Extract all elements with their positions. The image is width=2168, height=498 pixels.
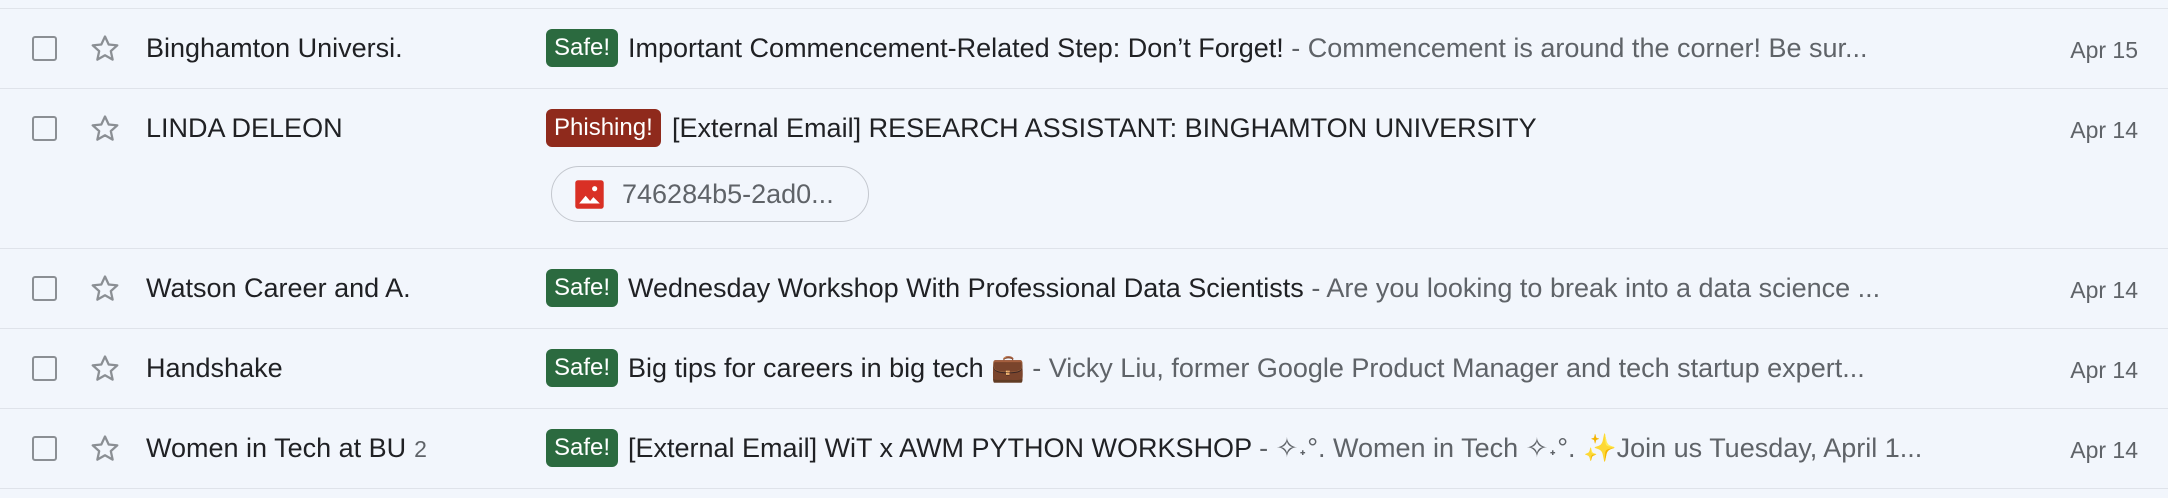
- star-icon[interactable]: [88, 352, 122, 386]
- sender-name: Women in Tech at BU 2: [146, 431, 427, 466]
- image-icon: [574, 179, 605, 210]
- row-checkbox[interactable]: [32, 116, 57, 141]
- email-snippet: - Commencement is around the corner! Be …: [1283, 33, 1868, 63]
- safe-badge: Safe!: [546, 269, 619, 307]
- sender-name: Binghamton Universi.: [146, 31, 403, 65]
- sender-name: Watson Career and A.: [146, 271, 411, 305]
- attachment-name: 746284b5-2ad0...: [622, 179, 834, 209]
- sender-label: LINDA DELEON: [146, 113, 343, 143]
- email-subject: Wednesday Workshop With Professional Dat…: [628, 273, 1304, 303]
- star-icon[interactable]: [88, 112, 122, 146]
- email-list: Binghamton Universi. Safe! Important Com…: [0, 0, 2168, 498]
- sender-label: Women in Tech at BU: [146, 433, 407, 463]
- row-checkbox[interactable]: [32, 436, 57, 461]
- star-icon[interactable]: [88, 432, 122, 466]
- safe-badge: Safe!: [546, 429, 619, 467]
- email-line: Wednesday Workshop With Professional Dat…: [628, 271, 1948, 305]
- email-date: Apr 14: [2070, 117, 2138, 143]
- email-row[interactable]: Women in Tech at BU 2 Safe! [External Ema…: [0, 409, 2168, 489]
- email-date: Apr 15: [2070, 37, 2138, 63]
- attachment-chip[interactable]: 746284b5-2ad0...: [551, 166, 869, 222]
- phishing-badge: Phishing!: [546, 109, 661, 147]
- email-snippet: - ✧˖°. Women in Tech ✧˖°. ✨Join us Tuesd…: [1251, 433, 1923, 463]
- sender-label: Handshake: [146, 353, 283, 383]
- email-date: Apr 14: [2070, 357, 2138, 383]
- email-subject: Important Commencement-Related Step: Don…: [628, 33, 1284, 63]
- email-subject: Big tips for careers in big tech 💼: [628, 353, 1025, 383]
- safe-badge: Safe!: [546, 349, 619, 387]
- row-checkbox[interactable]: [32, 356, 57, 381]
- email-line: [External Email] RESEARCH ASSISTANT: BIN…: [672, 111, 1948, 145]
- email-subject: [External Email] RESEARCH ASSISTANT: BIN…: [672, 113, 1537, 143]
- email-line: Big tips for careers in big tech 💼 - Vic…: [628, 351, 1948, 385]
- thread-count: 2: [414, 436, 427, 462]
- email-row[interactable]: Binghamton Universi. Safe! Important Com…: [0, 9, 2168, 89]
- safe-badge: Safe!: [546, 29, 619, 67]
- sender-name: LINDA DELEON: [146, 111, 343, 145]
- star-icon[interactable]: [88, 272, 122, 306]
- sender-label: Watson Career and A.: [146, 273, 411, 303]
- sender-label: Binghamton Universi.: [146, 33, 403, 63]
- star-icon[interactable]: [88, 32, 122, 66]
- row-checkbox[interactable]: [32, 276, 57, 301]
- sender-name: Handshake: [146, 351, 283, 385]
- email-line: Important Commencement-Related Step: Don…: [628, 31, 1948, 65]
- email-row[interactable]: Watson Career and A. Safe! Wednesday Wor…: [0, 249, 2168, 329]
- email-snippet: - Are you looking to break into a data s…: [1303, 273, 1881, 303]
- email-line: [External Email] WiT x AWM PYTHON WORKSH…: [628, 431, 1948, 465]
- email-date: Apr 14: [2070, 277, 2138, 303]
- email-row[interactable]: Handshake Safe! Big tips for careers in …: [0, 329, 2168, 409]
- email-snippet: - Vicky Liu, former Google Product Manag…: [1024, 353, 1865, 383]
- row-checkbox[interactable]: [32, 36, 57, 61]
- email-row[interactable]: LINDA DELEON Phishing! [External Email] …: [0, 89, 2168, 249]
- email-date: Apr 14: [2070, 437, 2138, 463]
- email-subject: [External Email] WiT x AWM PYTHON WORKSH…: [628, 433, 1252, 463]
